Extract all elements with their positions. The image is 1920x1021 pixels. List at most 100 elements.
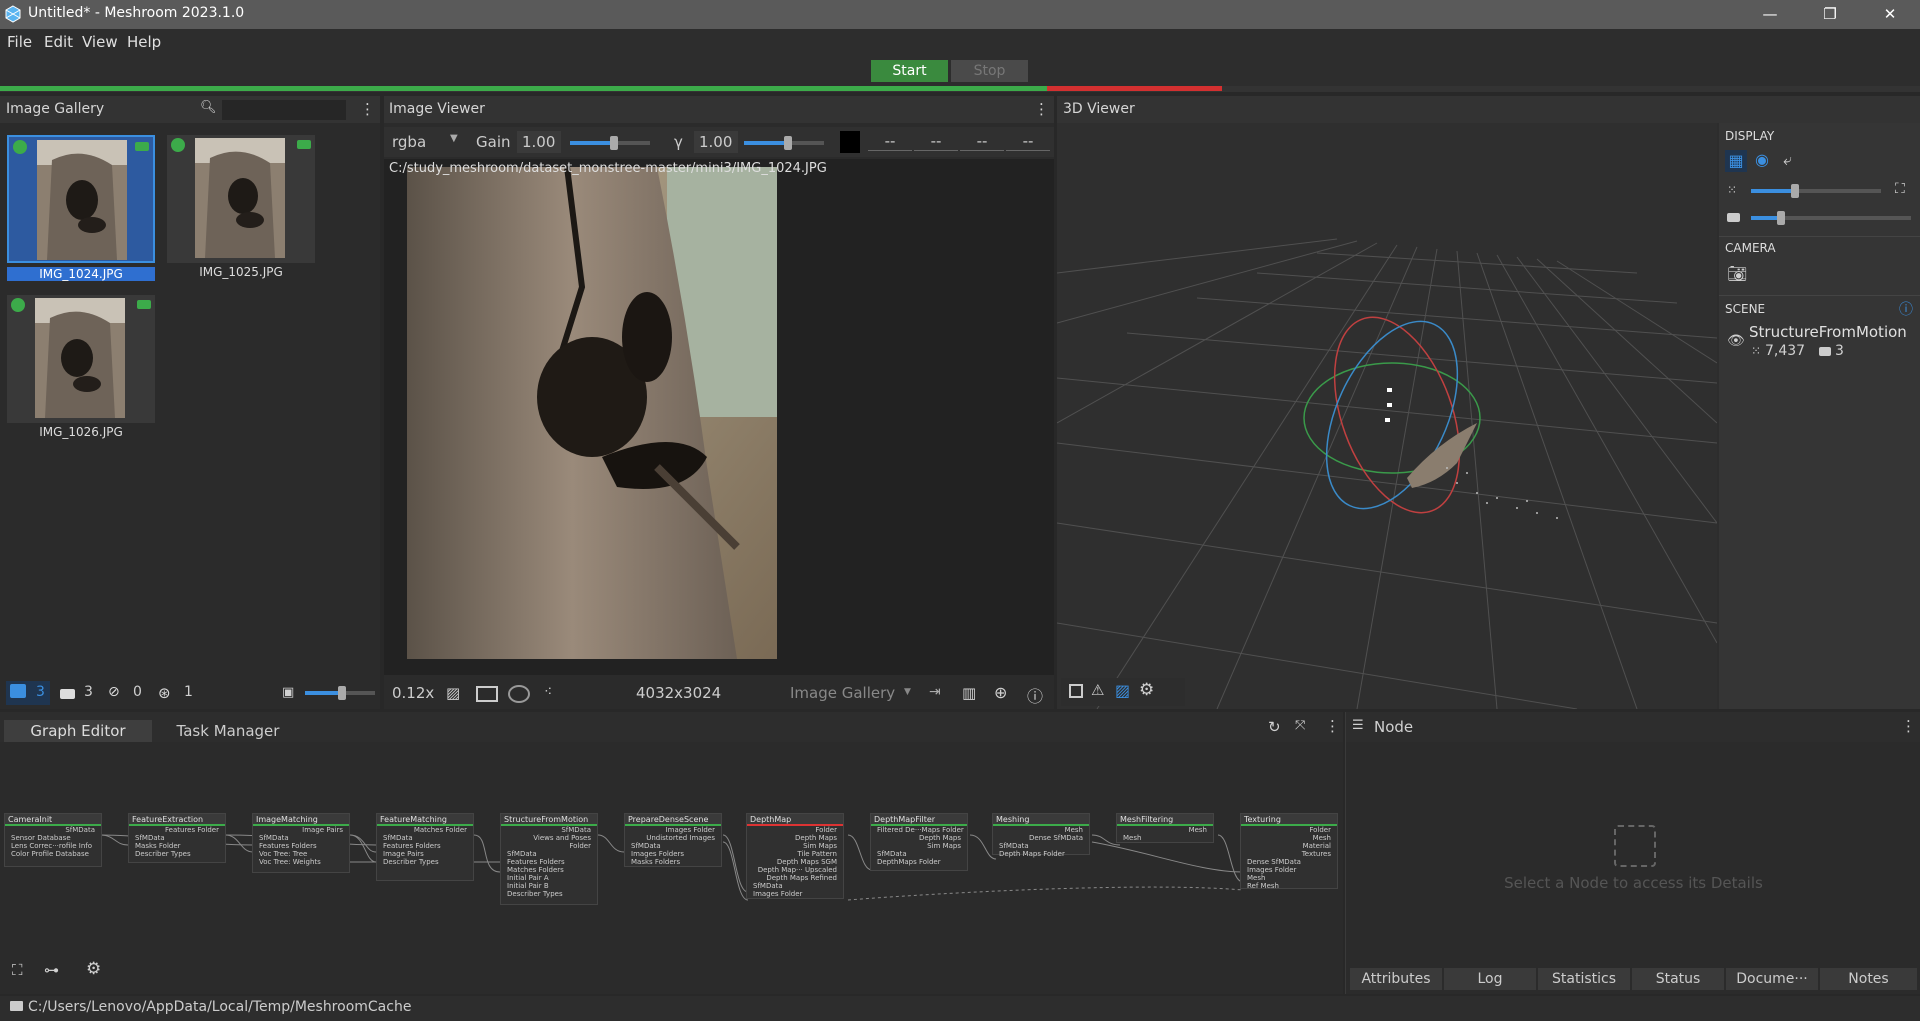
menu-edit[interactable]: Edit [44, 33, 73, 51]
camera-scale-slider[interactable] [1751, 211, 1911, 225]
image-viewer-panel: Image Viewer ⋮ rgba ▼ Gain 1.00 γ 1.00 -… [384, 96, 1054, 709]
graph-node[interactable]: CameraInit SfMData Sensor Database Lens … [4, 813, 102, 867]
3d-viewer-panel: 3D Viewer ⚠ ▨ ⚙ DISPLAY ▦ ◉ ⤶ ⁙ ⛶ CAMERA… [1057, 96, 1920, 709]
3d-scene-canvas[interactable] [1057, 123, 1717, 709]
graph-node[interactable]: PrepareDenseScene Images Folder Undistor… [624, 813, 722, 867]
tab-task-manager[interactable]: Task Manager [156, 720, 300, 742]
gamma-slider[interactable] [744, 136, 824, 150]
gallery-search-input[interactable] [222, 100, 346, 120]
camera-icon [297, 140, 311, 149]
menu-view[interactable]: View [82, 33, 118, 51]
image-source-select[interactable]: Image Gallery [790, 684, 895, 702]
scene-item-name[interactable]: StructureFromMotion [1749, 323, 1907, 341]
gear-icon[interactable]: ⚙ [1139, 680, 1154, 700]
minimize-button[interactable]: — [1740, 0, 1800, 29]
bounding-box-icon[interactable] [1069, 684, 1083, 698]
gallery-thumb[interactable]: IMG_1026.JPG [7, 295, 155, 439]
node-title: DepthMap [747, 814, 843, 826]
histogram-icon[interactable]: ▥ [962, 684, 976, 702]
gallery-menu-icon[interactable]: ⋮ [360, 100, 375, 118]
point-size-slider[interactable] [1751, 184, 1881, 198]
gallery-thumb[interactable]: IMG_1024.JPG [7, 135, 155, 281]
maximize-button[interactable]: ❐ [1800, 0, 1860, 29]
image-gallery-panel: Image Gallery 🔍︎ ⋮ IMG_1024.JPG IMG_1025… [0, 96, 380, 709]
frame-icon[interactable] [476, 686, 498, 702]
graph-node[interactable]: FeatureExtraction Features Folder SfMDat… [128, 813, 226, 863]
camera-path-icon[interactable]: ⤶ [1783, 150, 1792, 170]
camera-icon[interactable] [60, 689, 75, 699]
visibility-eye-icon[interactable]: 👁︎ [1727, 333, 1745, 349]
graph-node[interactable]: Texturing Folder Mesh Material Textures … [1240, 813, 1338, 890]
image-canvas[interactable]: C:/study_meshroom/dataset_monstree-maste… [384, 159, 1054, 675]
images-filter-button[interactable]: 3 [6, 681, 50, 705]
no-camera-icon[interactable]: ⊘ [108, 684, 120, 700]
tab-statistics[interactable]: Statistics [1538, 968, 1630, 990]
node-panel: ☰ Node ⋮ Select a Node to access its Det… [1345, 712, 1920, 994]
start-button[interactable]: Start [871, 60, 948, 82]
title-bar: Untitled* - Meshroom 2023.1.0 — ❐ ✕ [0, 0, 1920, 29]
folder-icon[interactable] [10, 1001, 23, 1011]
grid-toggle-icon[interactable]: ▦ [1725, 150, 1747, 172]
node-title: Meshing [993, 814, 1089, 826]
tab-documentation[interactable]: Docume··· [1726, 968, 1818, 990]
node-title: FeatureMatching [377, 814, 473, 826]
node-title: FeatureExtraction [129, 814, 225, 826]
warning-icon[interactable]: ⚠ [1091, 681, 1104, 699]
tab-notes[interactable]: Notes [1820, 968, 1917, 990]
close-button[interactable]: ✕ [1860, 0, 1920, 29]
tab-status[interactable]: Status [1632, 968, 1724, 990]
cache-path: C:/Users/Lenovo/AppData/Local/Temp/Meshr… [28, 999, 412, 1015]
gamma-field[interactable]: 1.00 [694, 131, 738, 153]
3d-toolbar: ⚠ ▨ ⚙ [1061, 678, 1185, 706]
refresh-icon[interactable]: ↻ [1268, 718, 1281, 736]
tab-graph-editor[interactable]: Graph Editor [4, 720, 152, 742]
thumbnail-size-slider[interactable] [305, 686, 375, 700]
pixel-value-a: -- [1006, 132, 1050, 151]
gallery-title: Image Gallery [6, 101, 105, 117]
menu-help[interactable]: Help [127, 33, 161, 51]
sphere-icon[interactable] [508, 685, 530, 703]
hatch-icon[interactable]: ▨ [446, 684, 460, 702]
gain-slider[interactable] [570, 136, 650, 150]
viewer-menu-icon[interactable]: ⋮ [1034, 100, 1049, 118]
points-icon[interactable]: ⁖ [544, 684, 552, 700]
export-icon[interactable]: ⇥ [929, 684, 941, 700]
aperture-icon[interactable]: ⊛ [158, 684, 171, 702]
graph-node[interactable]: DepthMapFilter Filtered De···Maps Folder… [870, 813, 968, 871]
color-swatch [840, 131, 860, 153]
clear-icon[interactable]: ⤧ [1295, 718, 1305, 733]
info-icon[interactable]: ⓘ [1899, 299, 1913, 319]
globe-icon[interactable]: ⊕ [994, 683, 1007, 702]
node-panel-menu-icon[interactable]: ⋮ [1901, 717, 1916, 735]
thumb-label: IMG_1026.JPG [39, 425, 123, 439]
stop-button[interactable]: Stop [951, 60, 1028, 82]
node-panel-title: Node [1374, 718, 1414, 736]
graph-node[interactable]: DepthMap Folder Depth Maps Sim Maps Tile… [746, 813, 844, 899]
gizmo-toggle-icon[interactable]: ◉ [1755, 150, 1769, 169]
3d-viewer-header: 3D Viewer [1057, 96, 1920, 123]
fit-graph-icon[interactable]: ⛶ [12, 961, 23, 979]
node-title: DepthMapFilter [871, 814, 967, 826]
snapshot-camera-icon[interactable]: 📷︎ [1727, 264, 1747, 283]
menu-file[interactable]: File [7, 33, 32, 51]
graph-node[interactable]: MeshFiltering Mesh Mesh [1116, 813, 1214, 843]
graph-node[interactable]: FeatureMatching Matches Folder SfMData F… [376, 813, 474, 881]
layout-icon[interactable]: ⊶ [44, 961, 59, 979]
node-title: CameraInit [5, 814, 101, 826]
fit-view-icon[interactable]: ⛶ [1895, 181, 1905, 197]
graph-menu-icon[interactable]: ⋮ [1325, 717, 1340, 735]
viewer-title: Image Viewer [389, 101, 485, 117]
graph-node[interactable]: Meshing Mesh Dense SfMData SfMData Depth… [992, 813, 1090, 858]
graph-settings-gear-icon[interactable]: ⚙ [86, 959, 101, 979]
gallery-thumb[interactable]: IMG_1025.JPG [167, 135, 315, 279]
window-title: Untitled* - Meshroom 2023.1.0 [28, 5, 245, 21]
graph-node[interactable]: StructureFromMotion SfMData Views and Po… [500, 813, 598, 905]
tab-log[interactable]: Log [1444, 968, 1536, 990]
tab-attributes[interactable]: Attributes [1350, 968, 1442, 990]
channel-select[interactable]: rgba [392, 133, 426, 151]
points-icon: ⁙ [1751, 344, 1762, 358]
grid-icon[interactable]: ▨ [1115, 681, 1130, 700]
graph-node[interactable]: ImageMatching Image Pairs SfMData Featur… [252, 813, 350, 873]
gain-field[interactable]: 1.00 [517, 131, 561, 153]
info-icon[interactable]: ⓘ [1027, 683, 1043, 707]
